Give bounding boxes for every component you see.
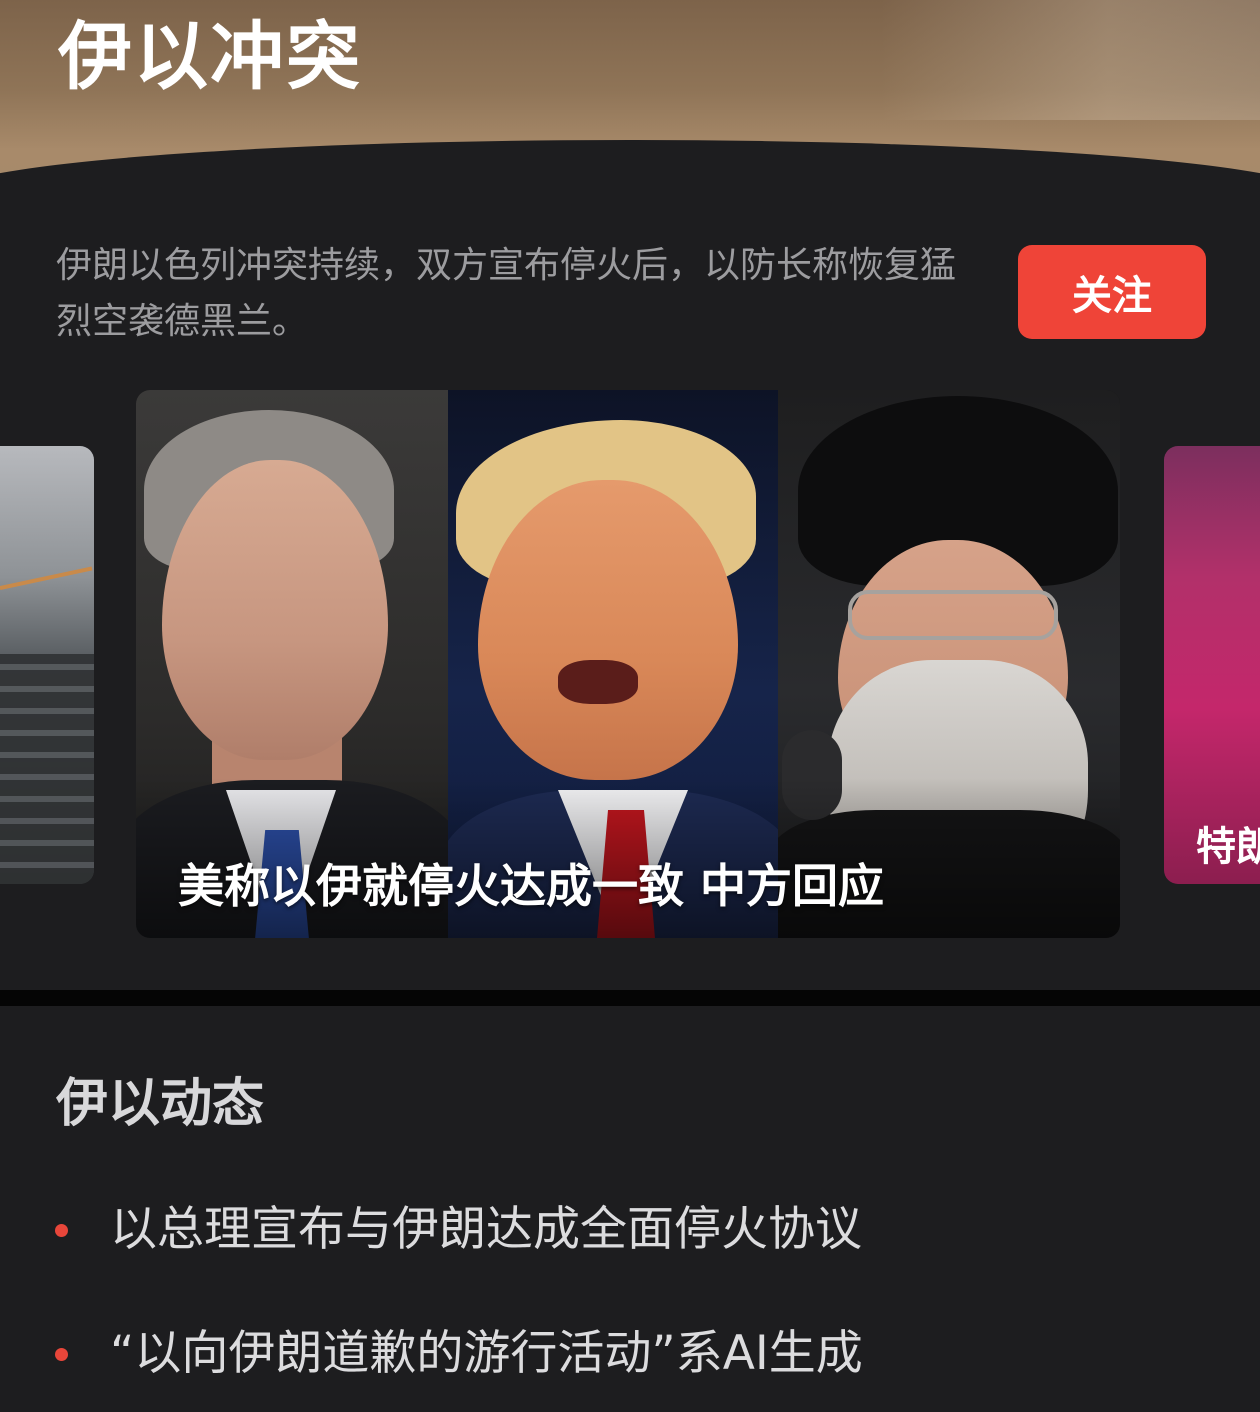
carousel-card-main[interactable]: 美称以伊就停火达成一致 中方回应	[136, 390, 1120, 938]
carousel-next-caption: 特朗	[1196, 824, 1260, 870]
list-item[interactable]: 以总理宣布与伊朗达成全面停火协议	[0, 1190, 1260, 1314]
portrait-face	[478, 480, 738, 780]
list-item-title: 以总理宣布与伊朗达成全面停火协议	[110, 1202, 862, 1257]
portrait-face	[162, 460, 388, 760]
follow-button[interactable]: 关注	[1018, 245, 1206, 339]
updates-list: 以总理宣布与伊朗达成全面停火协议 “以向伊朗道歉的游行活动”系AI生成	[0, 1190, 1260, 1412]
section-divider	[0, 990, 1260, 1006]
carousel-card-next[interactable]: 特朗	[1164, 446, 1260, 884]
crane-graphic	[0, 566, 93, 590]
bullet-dot-icon	[55, 1224, 68, 1237]
banner-curve	[0, 140, 1260, 200]
bullet-dot-icon	[55, 1348, 68, 1361]
carousel-card-previous[interactable]	[0, 446, 94, 884]
topic-description: 伊朗以色列冲突持续，双方宣布停火后，以防长称恢复猛烈空袭德黑兰。	[56, 245, 957, 342]
list-item-title: “以向伊朗道歉的游行活动”系AI生成	[110, 1326, 863, 1381]
banner-texture	[880, 0, 1260, 120]
carousel-main-caption: 美称以伊就停火达成一致 中方回应	[178, 859, 885, 913]
portrait-mouth	[558, 660, 638, 704]
topic-banner: 伊以冲突	[0, 0, 1260, 200]
portrait-glasses	[848, 590, 1058, 640]
image-carousel[interactable]: 美称以伊就停火达成一致 中方回应 特朗	[0, 388, 1260, 940]
list-item[interactable]: “以向伊朗道歉的游行活动”系AI生成	[0, 1314, 1260, 1412]
topic-page: 伊以冲突 伊朗以色列冲突持续，双方宣布停火后，以防长称恢复猛烈空袭德黑兰。 关注	[0, 0, 1260, 1412]
building-graphic	[0, 654, 94, 884]
updates-section-title: 伊以动态	[56, 1074, 265, 1134]
topic-title: 伊以冲突	[58, 14, 362, 100]
